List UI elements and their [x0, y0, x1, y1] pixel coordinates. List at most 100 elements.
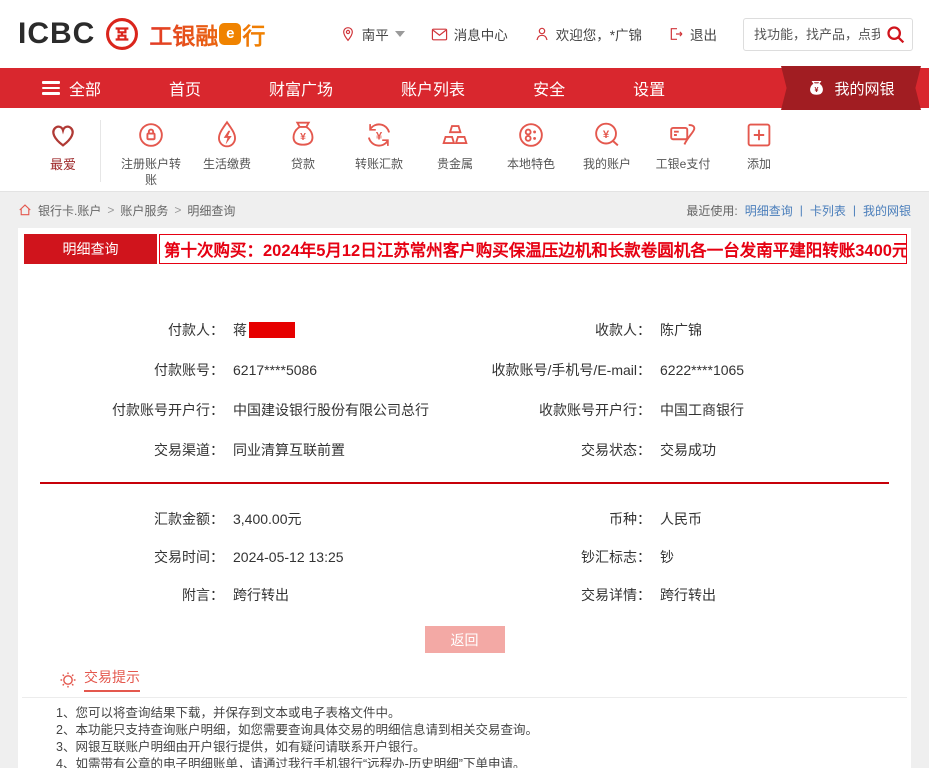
top-header: ICBC 工银融e行 南平: [0, 0, 929, 68]
breadcrumb-item-detail-query[interactable]: 明细查询: [187, 202, 235, 219]
welcome-label: 欢迎您，*广锦: [556, 24, 642, 44]
cash-flag-label: 钞汇标志：: [468, 547, 660, 567]
nav-item-security[interactable]: 安全: [499, 76, 599, 100]
quickbar-item-epay[interactable]: 工银e支付: [645, 118, 721, 173]
payer-label: 付款人：: [18, 320, 233, 340]
brand-prefix: 工银融: [149, 17, 218, 51]
quickbar-item-register-transfer[interactable]: 注册账户转账: [113, 118, 189, 188]
payer-account-value: 6217****5086: [233, 362, 468, 378]
currency-label: 币种：: [468, 509, 660, 529]
tab-detail-query[interactable]: 明细查询: [24, 234, 157, 264]
breadcrumb-row: 银行卡.账户 > 账户服务 > 明细查询 最近使用: 明细查询 | 卡列表 | …: [18, 192, 911, 228]
payee-bank-label: 收款账号开户行：: [468, 400, 660, 420]
location-selector[interactable]: 南平: [340, 24, 405, 44]
payee-account-label: 收款账号/手机号/E-mail：: [468, 360, 660, 380]
txn-detail-label: 交易详情：: [468, 585, 660, 605]
brand-suffix: 行: [242, 17, 265, 51]
logout-icon: [668, 26, 684, 42]
tip-item: 2、本功能只支持查询账户明细，如您需要查询具体交易的明细信息请到相关交易查询。: [56, 722, 907, 739]
quickbar-item-precious-metals[interactable]: 贵金属: [417, 118, 493, 173]
nav-item-settings[interactable]: 设置: [599, 76, 699, 100]
channel-label: 交易渠道：: [18, 440, 233, 460]
detail-panel: 明细查询 第十次购买：2024年5月12日江苏常州客户购买保温压边机和长款卷圆机…: [18, 228, 911, 768]
local-feature-icon: [514, 118, 548, 152]
money-bag-loan-icon: ¥: [286, 118, 320, 152]
quickbar-favorite[interactable]: 最爱: [30, 118, 96, 174]
tips-title: 交易提示: [84, 667, 140, 692]
home-icon[interactable]: [18, 203, 32, 217]
recently-used-label: 最近使用:: [686, 202, 737, 219]
epay-card-icon: [666, 118, 700, 152]
payee-bank-value: 中国工商银行: [660, 400, 911, 420]
user-icon: [534, 26, 550, 42]
icbc-roundel-icon: [105, 17, 139, 51]
quickbar-item-add[interactable]: 添加: [721, 118, 797, 173]
heart-icon: [45, 118, 81, 152]
currency-value: 人民币: [660, 509, 911, 529]
payer-bank-label: 付款账号开户行：: [18, 400, 233, 420]
redaction-block: [249, 322, 295, 338]
cash-flag-value: 钞: [660, 547, 911, 567]
transfer-cycle-icon: ¥: [362, 118, 396, 152]
location-label: 南平: [362, 24, 389, 44]
field-row: 附言： 跨行转出 交易详情： 跨行转出: [18, 576, 911, 614]
logout-button[interactable]: 退出: [668, 24, 717, 44]
quickbar-item-local-features[interactable]: 本地特色: [493, 118, 569, 173]
add-icon: [742, 118, 776, 152]
header-utilities: 南平 消息中心 欢迎您，*广锦: [340, 18, 913, 51]
svg-text:¥: ¥: [300, 132, 306, 143]
fields-section-2: 汇款金额： 3,400.00元 币种： 人民币 交易时间： 2024-05-12…: [18, 500, 911, 614]
quickbar-item-transfer[interactable]: ¥ 转账汇款: [341, 118, 417, 173]
tip-item: 1、您可以将查询结果下载，并保存到文本或电子表格文件中。: [56, 705, 907, 722]
memo-value: 跨行转出: [233, 585, 468, 605]
logout-label: 退出: [690, 24, 717, 44]
tips-header: 交易提示: [22, 667, 907, 698]
message-center-label: 消息中心: [454, 24, 508, 44]
main-nav: 全部 首页 财富广场 账户列表 安全 设置 ¥ 我的网银: [0, 68, 929, 108]
quickbar-item-loan[interactable]: ¥ 贷款: [265, 118, 341, 173]
svg-text:¥: ¥: [603, 129, 610, 141]
time-label: 交易时间：: [18, 547, 233, 567]
recent-link-card-list[interactable]: 卡列表: [810, 202, 846, 219]
my-ebank-ribbon[interactable]: ¥ 我的网银: [781, 66, 921, 110]
nav-item-home[interactable]: 首页: [135, 76, 235, 100]
breadcrumb-item-accounts[interactable]: 银行卡.账户: [38, 202, 101, 219]
field-row: 交易时间： 2024-05-12 13:25 钞汇标志： 钞: [18, 538, 911, 576]
register-transfer-icon: [134, 118, 168, 152]
brand-name: 工银融e行: [149, 17, 265, 51]
hamburger-menu-icon: [42, 78, 60, 98]
recent-link-detail-query[interactable]: 明细查询: [745, 202, 793, 219]
field-row: 付款账号： 6217****5086 收款账号/手机号/E-mail： 6222…: [18, 350, 911, 390]
quickbar-item-my-account[interactable]: ¥ 我的账户: [569, 118, 645, 173]
money-bag-icon: ¥: [807, 79, 826, 98]
status-label: 交易状态：: [468, 440, 660, 460]
svg-text:¥: ¥: [815, 86, 819, 94]
nav-item-all[interactable]: 全部: [42, 76, 135, 100]
quick-icon-bar: 最爱 注册账户转账 生活缴费 ¥ 贷款: [0, 108, 929, 192]
my-ebank-label: 我的网银: [834, 78, 894, 99]
chevron-down-icon: [395, 31, 405, 42]
search-icon[interactable]: [885, 24, 906, 45]
welcome-user[interactable]: 欢迎您，*广锦: [534, 24, 642, 44]
field-row: 汇款金额： 3,400.00元 币种： 人民币: [18, 500, 911, 538]
time-value: 2024-05-12 13:25: [233, 549, 468, 565]
amount-label: 汇款金额：: [18, 509, 233, 529]
nav-item-wealth[interactable]: 财富广场: [235, 76, 367, 100]
memo-label: 附言：: [18, 585, 233, 605]
recent-link-my-ebank[interactable]: 我的网银: [863, 202, 911, 219]
message-center-link[interactable]: 消息中心: [431, 24, 508, 44]
recently-used: 最近使用: 明细查询 | 卡列表 | 我的网银: [686, 202, 911, 219]
location-pin-icon: [340, 26, 356, 42]
red-divider: [40, 482, 889, 484]
quickbar-item-life-payment[interactable]: 生活缴费: [189, 118, 265, 173]
breadcrumb-item-account-services[interactable]: 账户服务: [120, 202, 168, 219]
nav-item-accounts[interactable]: 账户列表: [367, 76, 499, 100]
tip-item: 4、如需带有公章的电子明细账单，请通过我行手机银行“远程办-历史明细”下单申请。: [56, 756, 907, 768]
gold-bars-icon: [438, 118, 472, 152]
brand-e-badge: e: [219, 23, 241, 45]
field-row: 付款人： 蒋 收款人： 陈广锦: [18, 310, 911, 350]
icbc-logo-text: ICBC: [18, 17, 95, 51]
back-button[interactable]: 返回: [425, 626, 505, 653]
breadcrumb: 银行卡.账户 > 账户服务 > 明细查询: [18, 202, 235, 219]
field-row: 付款账号开户行： 中国建设银行股份有限公司总行 收款账号开户行： 中国工商银行: [18, 390, 911, 430]
